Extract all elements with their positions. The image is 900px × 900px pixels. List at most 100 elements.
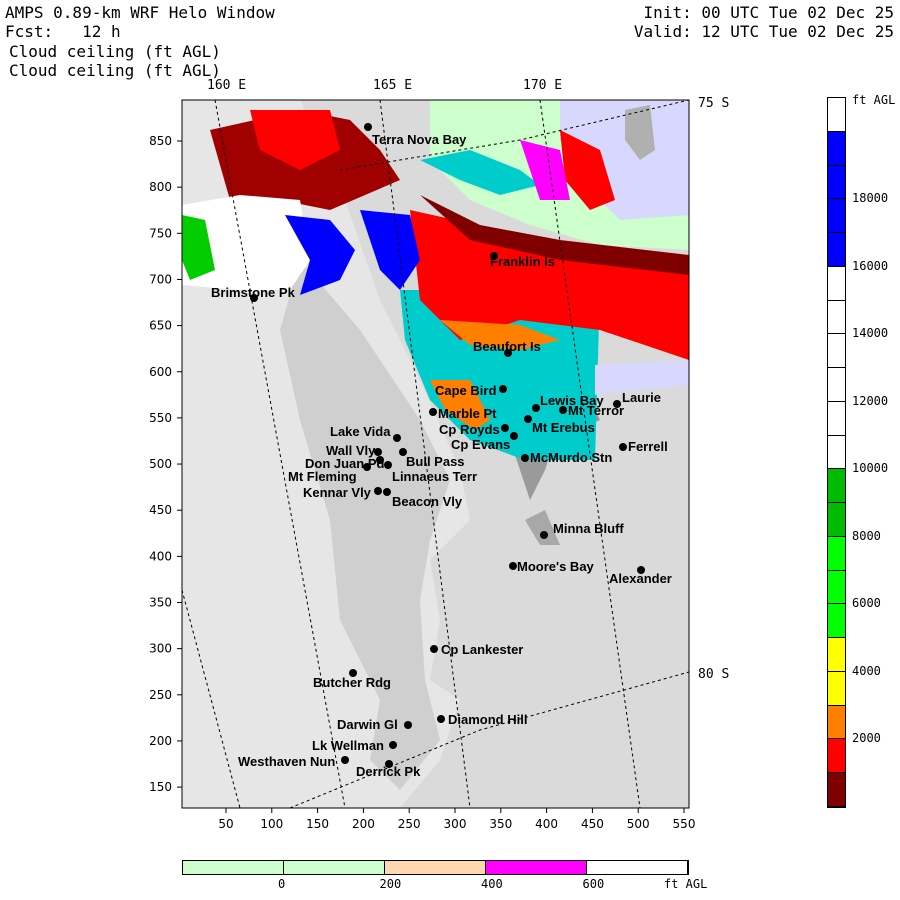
- station-label: Darwin Gl: [337, 717, 398, 732]
- colorbar-label: 14000: [852, 326, 889, 341]
- colorbar-label: 4000: [852, 663, 881, 678]
- low-colorbar-unit: ft AGL: [664, 877, 708, 891]
- colorbar-segment: [828, 638, 845, 672]
- station-label: Alexander: [609, 571, 672, 586]
- x-tick-label: 100: [260, 817, 283, 831]
- low-colorbar-segment: [385, 861, 486, 874]
- x-tick-label: 400: [535, 817, 558, 831]
- station-label: Cp Royds: [439, 422, 500, 437]
- y-tick-label: 200: [149, 734, 172, 748]
- station-label: Butcher Rdg: [313, 675, 391, 690]
- station-dot-icon: [430, 645, 438, 653]
- station-label: Derrick Pk: [356, 764, 421, 779]
- y-tick-label: 550: [149, 411, 172, 425]
- x-tick-label: 500: [627, 817, 650, 831]
- y-tick-label: 150: [149, 780, 172, 794]
- station-dot-icon: [429, 408, 437, 416]
- station-label: Brimstone Pk: [211, 285, 296, 300]
- station-label: Laurie: [622, 390, 661, 405]
- colorbar-segment: [828, 604, 845, 638]
- station-marker: Cp Lankester: [430, 642, 523, 657]
- station-marker: McMurdo Stn: [521, 450, 612, 465]
- colorbar-label: 6000: [852, 596, 881, 611]
- station-marker: Marble Pt: [429, 406, 497, 421]
- station-dot-icon: [383, 488, 391, 496]
- x-tick-label: 200: [352, 817, 375, 831]
- y-tick-label: 700: [149, 272, 172, 286]
- low-colorbar-label: 400: [481, 877, 503, 891]
- y-tick-label: 850: [149, 134, 172, 148]
- colorbar-segment: [828, 705, 845, 740]
- station-label: Ferrell: [628, 439, 668, 454]
- station-label: Franklin Is: [490, 254, 555, 269]
- y-tick-label: 300: [149, 642, 172, 656]
- station-dot-icon: [524, 415, 532, 423]
- colorbar-segment: [828, 671, 845, 706]
- station-dot-icon: [509, 562, 517, 570]
- y-tick-label: 350: [149, 596, 172, 610]
- colorbar-unit: ft AGL: [852, 93, 896, 107]
- station-label: McMurdo Stn: [530, 450, 612, 465]
- x-tick-label: 550: [673, 817, 696, 831]
- colorbar-segment: [828, 401, 845, 436]
- colorbar-segment: [828, 469, 845, 503]
- station-dot-icon: [363, 463, 371, 471]
- station-label: Lk Wellman: [312, 738, 384, 753]
- y-tick-label: 400: [149, 549, 172, 563]
- colorbar-segment: [828, 773, 845, 807]
- station-label: Bull Pass: [406, 454, 465, 469]
- x-tick-label: 50: [218, 817, 233, 831]
- station-label: Cp Evans: [451, 437, 510, 452]
- station-dot-icon: [499, 385, 507, 393]
- station-dot-icon: [510, 432, 518, 440]
- low-colorbar-label: 0: [278, 877, 286, 891]
- station-dot-icon: [437, 715, 445, 723]
- colorbar-segment: [828, 570, 845, 605]
- colorbar-segment: [828, 199, 845, 233]
- station-marker: Cp Royds: [439, 422, 509, 437]
- station-label: Lake Vida: [330, 424, 391, 439]
- x-tick-label: 300: [444, 817, 467, 831]
- station-marker: Diamond Hill: [437, 712, 527, 727]
- station-label: Minna Bluff: [553, 521, 624, 536]
- low-colorbar-segment: [587, 861, 688, 874]
- x-tick-label: 450: [581, 817, 604, 831]
- cloud-ceiling-map: 50 100 150 200 250 300 350 400 450 500 550 850 800 75…: [149, 99, 696, 831]
- station-dot-icon: [364, 123, 372, 131]
- y-tick-label: 450: [149, 503, 172, 517]
- colorbar-segment: [828, 503, 845, 537]
- station-marker: Franklin Is: [490, 252, 555, 269]
- station-dot-icon: [404, 721, 412, 729]
- x-tick-label: 150: [306, 817, 329, 831]
- station-dot-icon: [613, 400, 621, 408]
- low-ceiling-colorbar: [182, 860, 689, 875]
- station-marker: Cape Bird: [435, 383, 507, 398]
- station-label: Diamond Hill: [448, 712, 527, 727]
- x-tick-label: 350: [489, 817, 512, 831]
- station-dot-icon: [374, 487, 382, 495]
- colorbar-segment: [828, 334, 845, 368]
- y-tick-label: 600: [149, 365, 172, 379]
- station-dot-icon: [540, 531, 548, 539]
- station-dot-icon: [532, 404, 540, 412]
- station-label: Cp Lankester: [441, 642, 523, 657]
- low-colorbar-segment: [284, 861, 385, 874]
- station-dot-icon: [384, 461, 392, 469]
- station-marker: Brimstone Pk: [211, 285, 296, 302]
- y-tick-label: 650: [149, 319, 172, 333]
- station-marker: Kennar Vly: [303, 485, 382, 500]
- y-tick-label: 750: [149, 226, 172, 240]
- colorbar-segment: [828, 131, 845, 166]
- station-dot-icon: [619, 443, 627, 451]
- station-marker: Westhaven Nun: [238, 754, 349, 769]
- colorbar-label: 12000: [852, 393, 889, 408]
- colorbar-segment: [828, 739, 845, 773]
- station-dot-icon: [341, 756, 349, 764]
- colorbar-segment: [828, 165, 845, 200]
- station-label: Terra Nova Bay: [372, 132, 467, 147]
- y-tick-label: 250: [149, 688, 172, 702]
- station-dot-icon: [501, 424, 509, 432]
- station-label: Moore's Bay: [517, 559, 595, 574]
- colorbar-segment: [828, 233, 845, 267]
- y-tick-label: 800: [149, 180, 172, 194]
